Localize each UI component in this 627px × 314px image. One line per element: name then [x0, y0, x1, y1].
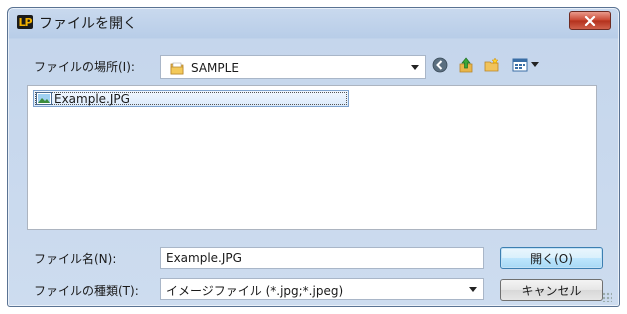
view-menu-icon	[512, 58, 528, 72]
location-value: SAMPLE	[191, 61, 239, 75]
chevron-down-icon	[469, 287, 477, 292]
chevron-down-icon	[531, 62, 539, 67]
filetype-label: ファイルの種類(T):	[34, 284, 139, 298]
new-folder-icon[interactable]	[484, 57, 500, 73]
filetype-dropdown[interactable]: イメージファイル (*.jpg;*.jpeg)	[160, 278, 484, 300]
chevron-down-icon	[411, 65, 419, 70]
location-label: ファイルの場所(I):	[34, 60, 135, 74]
window-title: ファイルを開く	[39, 16, 137, 32]
filename-label: ファイル名(N):	[34, 252, 117, 266]
folder-icon	[170, 62, 184, 75]
filetype-value: イメージファイル (*.jpg;*.jpeg)	[166, 284, 344, 298]
close-icon	[584, 15, 596, 26]
resize-grip[interactable]	[602, 292, 612, 302]
open-button[interactable]: 開く(O)	[500, 247, 603, 269]
view-menu-button[interactable]	[512, 57, 544, 73]
list-item[interactable]: Example.JPG	[33, 90, 349, 107]
title-bar[interactable]: LP ファイルを開く	[8, 8, 619, 36]
file-list[interactable]: Example.JPG	[27, 85, 597, 230]
cancel-button[interactable]: キャンセル	[500, 279, 603, 301]
filename-input[interactable]	[160, 247, 484, 269]
image-file-icon	[36, 92, 52, 105]
up-folder-icon[interactable]	[458, 57, 474, 73]
close-button[interactable]	[569, 11, 611, 30]
file-name: Example.JPG	[54, 92, 130, 106]
app-logo-icon: LP	[17, 15, 33, 29]
location-dropdown[interactable]: SAMPLE	[160, 55, 426, 79]
back-icon[interactable]	[432, 57, 448, 73]
